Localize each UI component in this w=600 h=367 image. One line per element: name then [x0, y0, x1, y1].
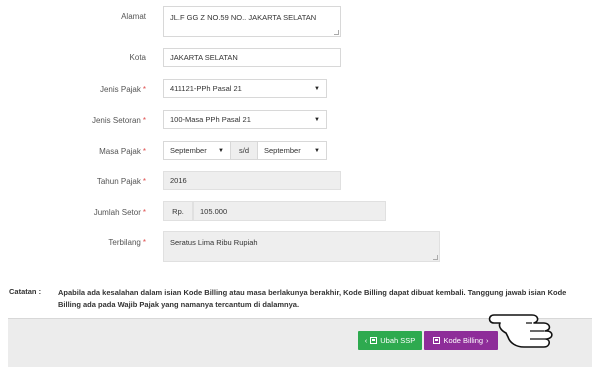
tahun-pajak-label: Tahun Pajak * [96, 177, 146, 186]
jenis-setoran-select[interactable]: 100-Masa PPh Pasal 21 ▼ [163, 110, 327, 129]
chevron-left-icon: ‹ [364, 336, 368, 345]
currency-prefix: Rp. [163, 201, 193, 221]
edit-icon [370, 337, 378, 344]
jenis-pajak-select[interactable]: 411121-PPh Pasal 21 ▼ [163, 79, 327, 98]
resize-handle-icon[interactable] [433, 255, 438, 260]
alamat-textarea[interactable]: JL.F GG Z NO.59 NO.. JAKARTA SELATAN [163, 6, 341, 37]
kode-billing-label: Kode Billing [443, 336, 484, 345]
masa-pajak-label: Masa Pajak * [99, 147, 146, 156]
kota-input[interactable]: JAKARTA SELATAN [163, 48, 341, 67]
masa-pajak-from-select[interactable]: September ▼ [163, 141, 231, 160]
note-label: Catatan : [9, 287, 42, 296]
terbilang-label: Terbilang * [108, 238, 146, 247]
jumlah-setor-input[interactable]: 105.000 [193, 201, 386, 221]
jenis-setoran-label: Jenis Setoran * [91, 116, 146, 125]
terbilang-textarea[interactable]: Seratus Lima Ribu Rupiah [163, 231, 440, 262]
caret-down-icon: ▼ [314, 85, 320, 92]
kota-label: Kota [129, 53, 146, 62]
hand-pointer-icon [488, 314, 553, 348]
ubah-ssp-button[interactable]: ‹ Ubah SSP [358, 331, 422, 350]
ubah-ssp-label: Ubah SSP [380, 336, 416, 345]
save-icon [433, 337, 441, 344]
masa-pajak-separator: s/d [230, 141, 258, 160]
caret-down-icon: ▼ [314, 147, 320, 154]
alamat-label: Alamat [121, 12, 146, 21]
jumlah-setor-label: Jumlah Setor * [93, 208, 146, 217]
caret-down-icon: ▼ [218, 147, 224, 154]
tahun-pajak-input[interactable]: 2016 [163, 171, 341, 190]
resize-handle-icon[interactable] [334, 30, 339, 35]
masa-pajak-to-select[interactable]: September ▼ [257, 141, 327, 160]
jenis-pajak-label: Jenis Pajak * [99, 85, 146, 94]
caret-down-icon: ▼ [314, 116, 320, 123]
